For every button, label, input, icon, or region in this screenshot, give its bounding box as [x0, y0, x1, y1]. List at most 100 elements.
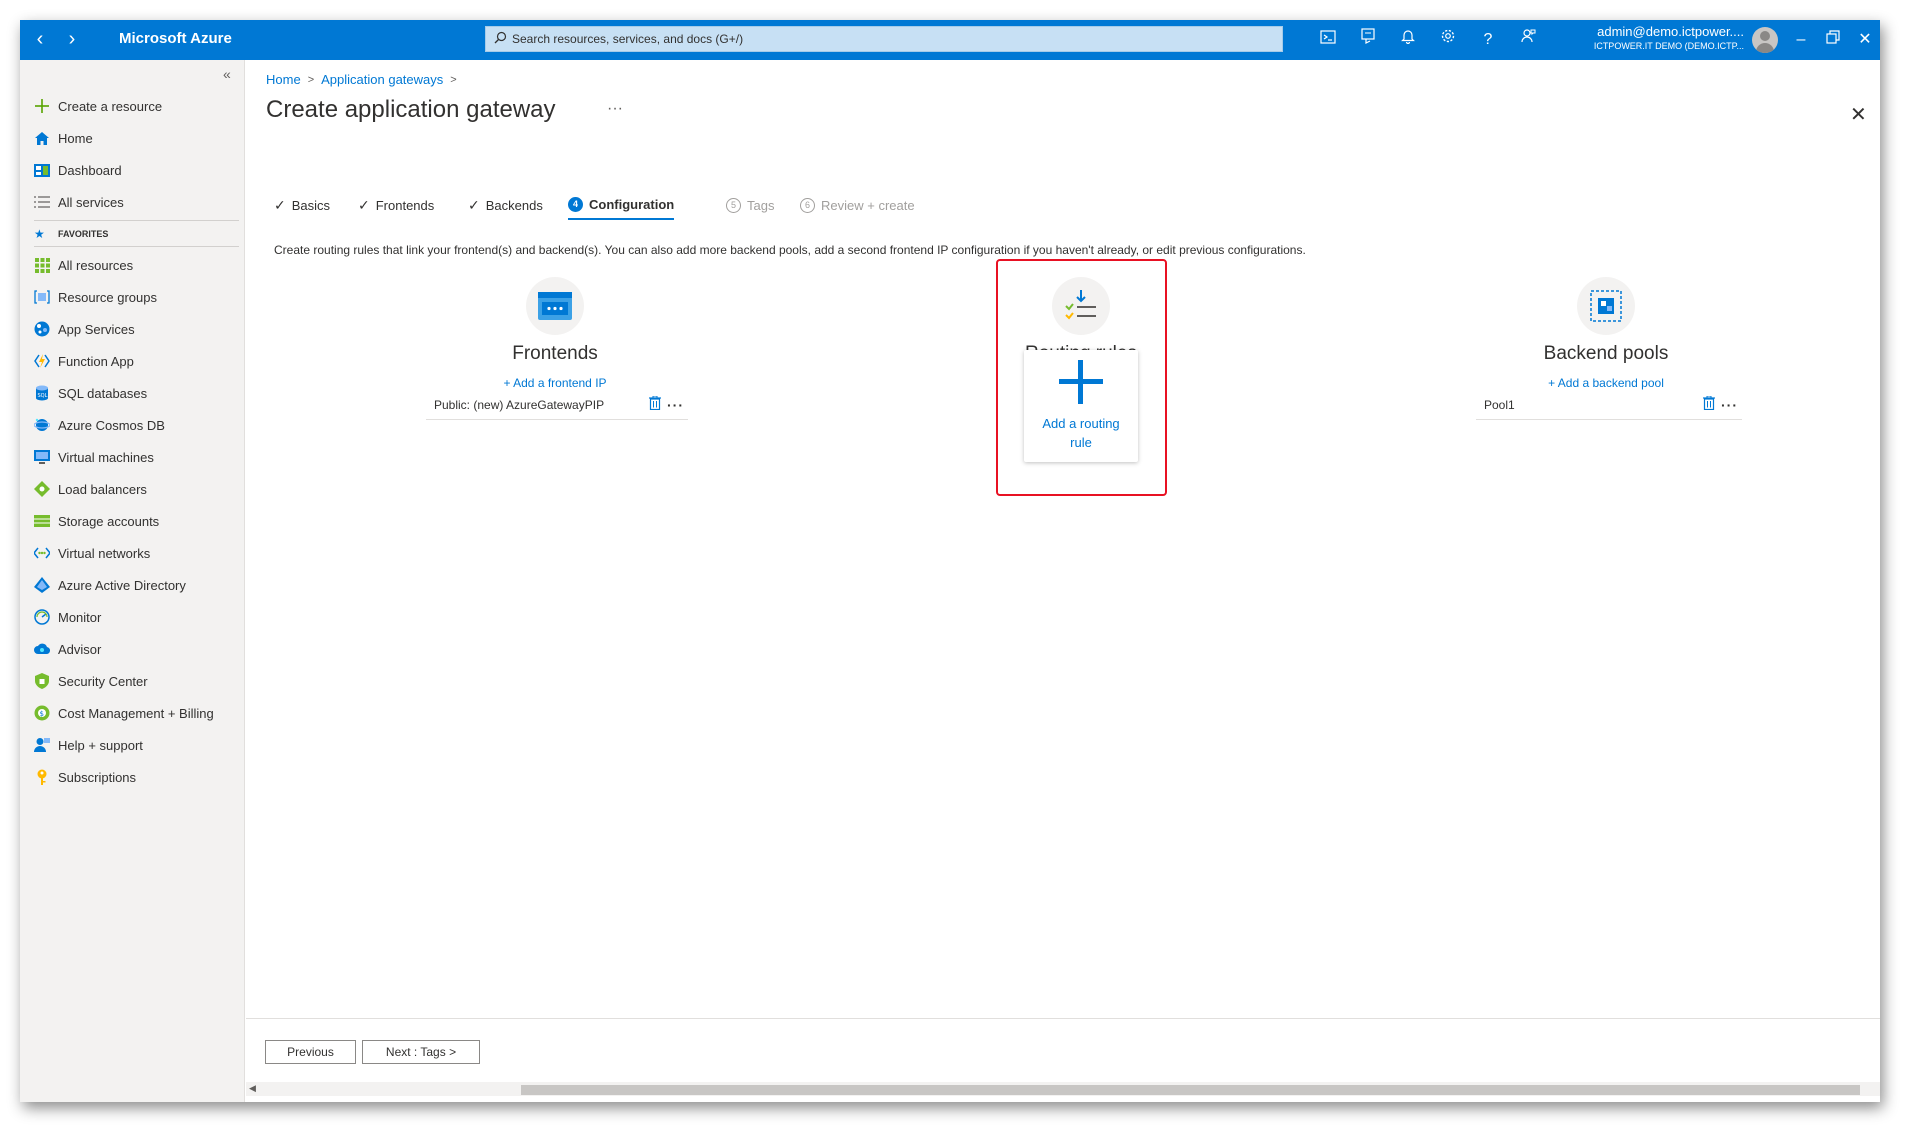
page-title: Create application gateway — [266, 96, 556, 123]
sidebar-item-label: Subscriptions — [58, 769, 137, 785]
back-arrow-icon[interactable]: ‹ — [28, 28, 52, 52]
tab-backends[interactable]: ✓ Backends — [468, 190, 543, 220]
virtual-machines-icon — [34, 449, 50, 465]
scroll-thumb[interactable] — [521, 1085, 1860, 1095]
notifications-icon[interactable] — [1396, 28, 1420, 52]
resource-groups-icon — [34, 289, 50, 305]
minimize-icon[interactable]: – — [1788, 28, 1814, 52]
tab-tags[interactable]: 5 Tags — [726, 190, 774, 220]
breadcrumb-home[interactable]: Home — [266, 72, 301, 87]
scroll-left-icon[interactable]: ◀ — [249, 1083, 256, 1094]
sidebar-item-label: Dashboard — [58, 162, 122, 178]
all-resources-icon — [34, 257, 50, 273]
feedback-icon[interactable] — [1516, 28, 1540, 52]
global-search[interactable] — [485, 26, 1283, 52]
collapse-sidebar-icon[interactable]: « — [223, 66, 231, 82]
sidebar-item-label: Create a resource — [58, 98, 163, 114]
add-backend-pool-link[interactable]: + Add a backend pool — [1476, 376, 1736, 390]
search-input[interactable] — [512, 27, 1272, 51]
tab-configuration[interactable]: 4 Configuration — [568, 190, 675, 220]
more-options-icon[interactable]: ··· — [1721, 397, 1738, 413]
sidebar: « Create a resource Home Dashboard All s… — [20, 60, 245, 1102]
settings-icon[interactable] — [1436, 28, 1460, 52]
sidebar-item-all-services[interactable]: All services — [34, 191, 239, 213]
step-number-badge: 5 — [726, 197, 741, 213]
sidebar-item-all-resources[interactable]: All resources — [34, 254, 239, 276]
sidebar-item-active-directory[interactable]: Azure Active Directory — [34, 574, 239, 596]
monitor-icon — [34, 609, 50, 625]
restore-icon[interactable] — [1820, 28, 1846, 52]
favorites-header: ★ FAVORITES — [34, 227, 108, 241]
horizontal-scrollbar[interactable]: ◀ — [246, 1082, 1880, 1096]
sidebar-item-label: Cost Management + Billing — [58, 705, 214, 721]
sidebar-item-function-app[interactable]: Function App — [34, 350, 239, 372]
help-icon[interactable]: ? — [1476, 28, 1500, 52]
sidebar-item-label: Virtual machines — [58, 449, 154, 465]
step-number-badge: 6 — [800, 197, 815, 213]
sidebar-item-label: App Services — [58, 321, 135, 337]
tab-label: Frontends — [375, 197, 435, 213]
more-options-icon[interactable]: ··· — [667, 397, 684, 413]
sidebar-item-cosmos-db[interactable]: Azure Cosmos DB — [34, 414, 239, 436]
app-services-icon — [34, 321, 50, 337]
portal-window: ‹ › Microsoft Azure ? admin@demo.ictpowe… — [20, 20, 1880, 1102]
sidebar-item-app-services[interactable]: App Services — [34, 318, 239, 340]
security-center-icon — [34, 673, 50, 689]
sidebar-item-label: Help + support — [58, 737, 143, 753]
plus-icon — [34, 98, 50, 114]
sidebar-item-cost-management[interactable]: $ Cost Management + Billing — [34, 702, 239, 724]
sidebar-item-label: Monitor — [58, 609, 102, 625]
trash-icon[interactable] — [1703, 395, 1715, 413]
breadcrumb: Home > Application gateways > — [266, 72, 464, 87]
sidebar-item-label: Load balancers — [58, 481, 147, 497]
directory-filter-icon[interactable] — [1356, 28, 1380, 52]
window-close-icon[interactable]: ✕ — [1852, 28, 1878, 52]
user-tenant: ICTPOWER.IT DEMO (DEMO.ICTP... — [1593, 41, 1744, 51]
previous-button[interactable]: Previous — [265, 1040, 356, 1064]
svg-text:$: $ — [40, 710, 44, 718]
add-frontend-ip-link[interactable]: + Add a frontend IP — [425, 376, 685, 390]
tab-review-create[interactable]: 6 Review + create — [800, 190, 915, 220]
brand-title[interactable]: Microsoft Azure — [119, 30, 232, 47]
sidebar-item-resource-groups[interactable]: Resource groups — [34, 286, 239, 308]
sidebar-item-home[interactable]: Home — [34, 127, 239, 149]
cosmos-db-icon — [34, 417, 50, 433]
sidebar-item-create-resource[interactable]: Create a resource — [34, 95, 239, 117]
frontend-item-label: Public: (new) AzureGatewayPIP — [434, 397, 605, 412]
sidebar-item-monitor[interactable]: Monitor — [34, 606, 239, 628]
checkmark-icon: ✓ — [358, 196, 370, 213]
sql-databases-icon: SQL — [34, 385, 50, 401]
next-tags-button[interactable]: Next : Tags > — [362, 1040, 480, 1064]
tab-basics[interactable]: ✓ Basics — [274, 190, 330, 220]
sidebar-item-storage-accounts[interactable]: Storage accounts — [34, 510, 239, 532]
tab-label: Backends — [485, 197, 543, 213]
account-menu[interactable]: admin@demo.ictpower.... ICTPOWER.IT DEMO… — [1564, 24, 1744, 51]
storage-accounts-icon — [34, 513, 50, 529]
search-icon — [494, 31, 508, 45]
sidebar-item-help-support[interactable]: Help + support — [34, 734, 239, 756]
sidebar-item-dashboard[interactable]: Dashboard — [34, 159, 239, 181]
sidebar-item-virtual-networks[interactable]: Virtual networks — [34, 542, 239, 564]
sidebar-item-subscriptions[interactable]: Subscriptions — [34, 766, 239, 788]
avatar[interactable] — [1752, 27, 1778, 53]
cloud-shell-icon[interactable] — [1316, 28, 1340, 52]
sidebar-item-virtual-machines[interactable]: Virtual machines — [34, 446, 239, 468]
chevron-right-icon: > — [450, 73, 457, 86]
advisor-icon — [34, 641, 50, 657]
close-blade-icon[interactable]: ✕ — [1850, 102, 1867, 127]
sidebar-item-label: Function App — [58, 353, 134, 369]
sidebar-item-advisor[interactable]: Advisor — [34, 638, 239, 660]
step-number-badge: 4 — [568, 196, 583, 212]
sidebar-item-sql-databases[interactable]: SQL SQL databases — [34, 382, 239, 404]
trash-icon[interactable] — [649, 395, 661, 413]
sidebar-item-security-center[interactable]: Security Center — [34, 670, 239, 692]
favorites-label: FAVORITES — [58, 229, 109, 239]
sidebar-item-load-balancers[interactable]: Load balancers — [34, 478, 239, 500]
forward-arrow-icon[interactable]: › — [60, 28, 84, 52]
tab-frontends[interactable]: ✓ Frontends — [358, 190, 434, 220]
sidebar-item-label: Storage accounts — [58, 513, 160, 529]
footer-divider — [246, 1018, 1880, 1019]
breadcrumb-application-gateways[interactable]: Application gateways — [321, 72, 443, 87]
add-routing-rule-button[interactable]: Add a routing rule — [1024, 350, 1138, 462]
more-options-icon[interactable]: ··· — [607, 100, 623, 118]
